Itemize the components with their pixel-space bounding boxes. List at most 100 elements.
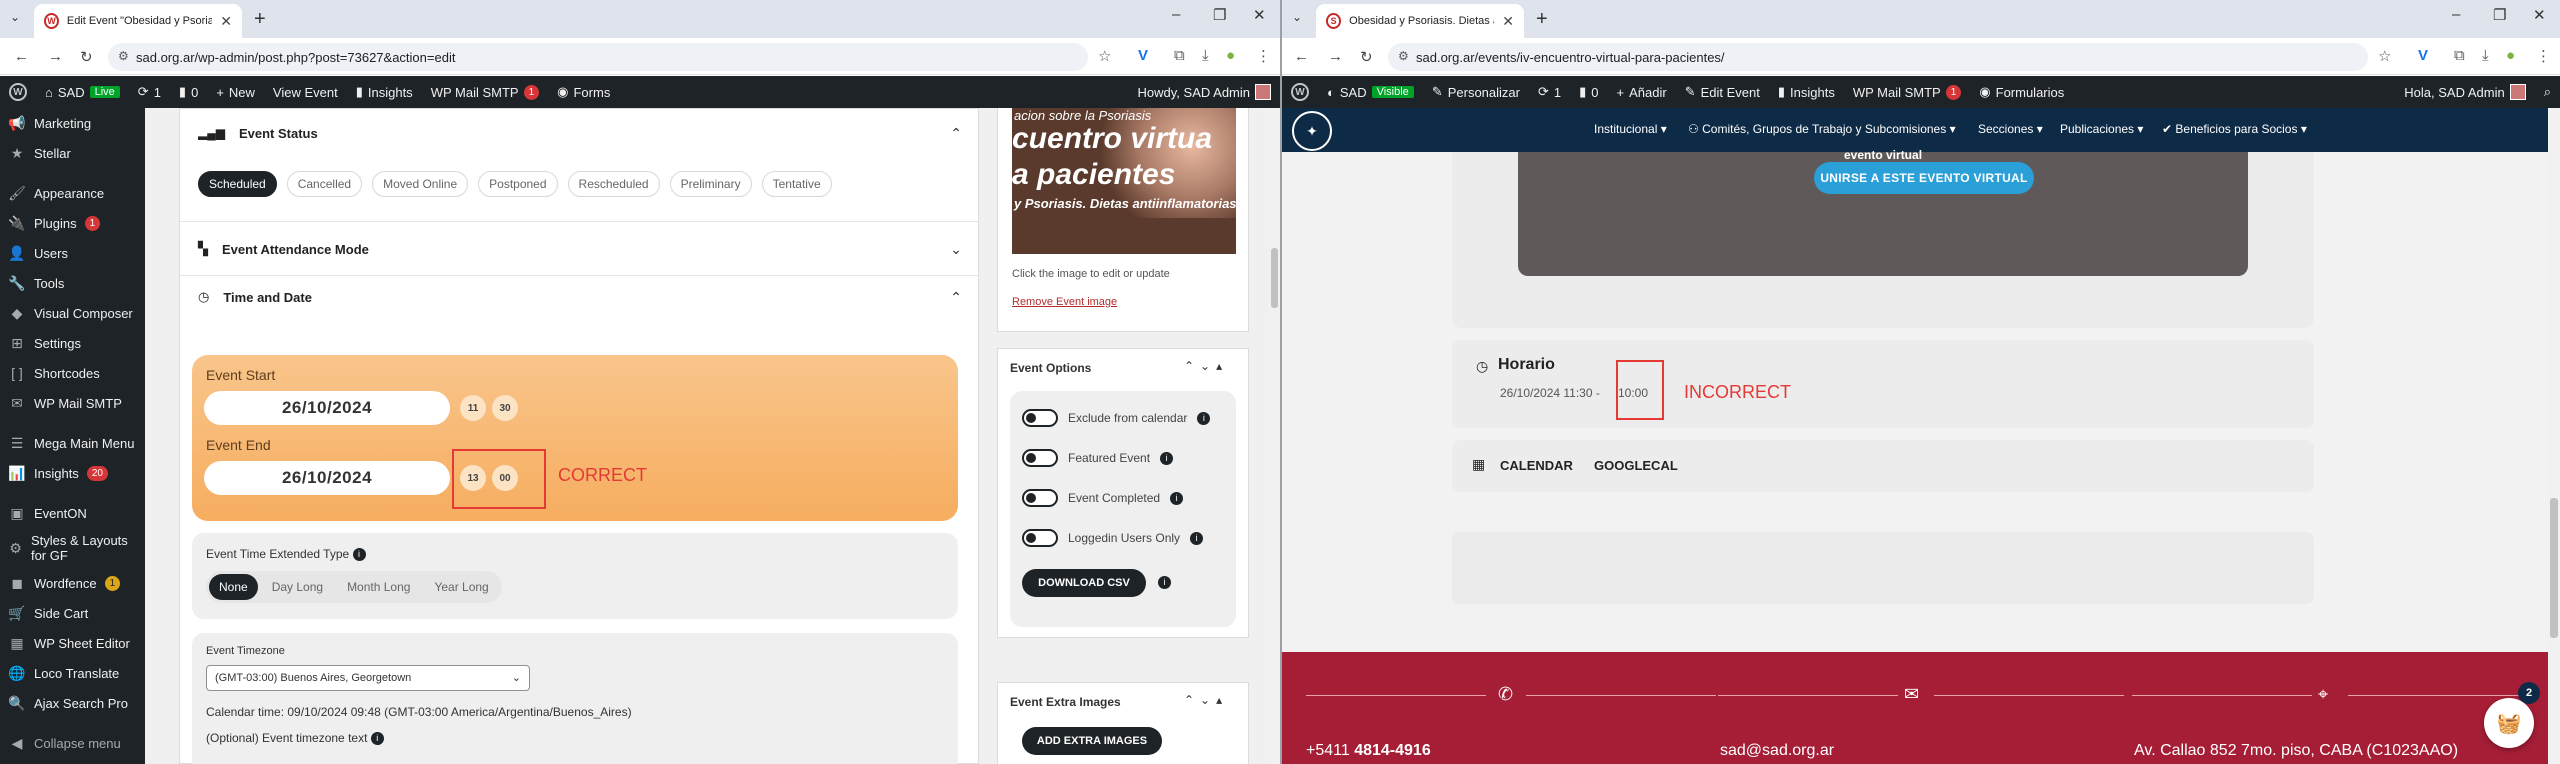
bookmark-star-icon[interactable]: ☆ <box>1098 47 1111 65</box>
attendance-mode-header[interactable]: ▚ Event Attendance Mode ⌄ <box>180 235 978 263</box>
googlecal-link[interactable]: GOOGLECAL <box>1594 458 1678 473</box>
status-option-postponed[interactable]: Postponed <box>478 171 558 197</box>
toggle-icon[interactable] <box>1022 529 1058 547</box>
chevron-down-icon[interactable]: ⌄ <box>950 241 962 258</box>
calendar-link[interactable]: CALENDAR <box>1500 458 1573 473</box>
sidebar-item-ajax-search-pro[interactable]: 🔍 Ajax Search Pro <box>0 688 145 718</box>
nav-secciones[interactable]: Secciones ▾ <box>1978 122 2043 136</box>
scrollbar[interactable] <box>1269 108 1280 764</box>
sidebar-item-visual-composer[interactable]: ◆ Visual Composer <box>0 298 145 328</box>
info-icon[interactable]: i <box>1158 576 1171 589</box>
scrollbar-thumb[interactable] <box>1271 248 1278 308</box>
join-virtual-event-button[interactable]: UNIRSE A ESTE EVENTO VIRTUAL <box>1814 162 2034 194</box>
tab-event-page[interactable]: S Obesidad y Psoriasis. Dietas an ✕ <box>1316 4 1524 38</box>
event-status-header[interactable]: ▂▄▆ Event Status ⌃ <box>180 119 978 147</box>
info-icon[interactable]: i <box>1197 411 1211 425</box>
status-option-scheduled[interactable]: Scheduled <box>198 171 277 197</box>
extended-option-year-long[interactable]: Year Long <box>424 574 498 600</box>
scrollbar-thumb[interactable] <box>2550 498 2558 638</box>
customize-item[interactable]: ✎ Personalizar <box>1423 76 1529 108</box>
featured-image[interactable]: acion sobre la Psoriasis cuentro virtua … <box>1012 108 1236 254</box>
nav-beneficios[interactable]: ✔ Beneficios para Socios ▾ <box>2162 122 2307 136</box>
close-tab-icon[interactable]: ✕ <box>220 13 232 30</box>
forms-item[interactable]: ◉ Forms <box>548 76 619 108</box>
info-icon[interactable]: i <box>1190 531 1204 545</box>
tab-search-icon[interactable]: ⌄ <box>10 10 20 24</box>
sidebar-item-wp-mail-smtp[interactable]: ✉ WP Mail SMTP <box>0 388 145 418</box>
sidebar-item-styles-layouts-for-gf[interactable]: ⚙ Styles & Layouts for GF <box>0 528 145 568</box>
bookmark-star-icon[interactable]: ☆ <box>2378 47 2391 65</box>
sidebar-item-shortcodes[interactable]: [ ] Shortcodes <box>0 358 145 388</box>
info-icon[interactable]: i <box>370 732 384 746</box>
account-item[interactable]: Howdy, SAD Admin <box>1129 76 1280 108</box>
download-icon[interactable]: ⤓ <box>1202 47 1209 64</box>
sidebar-item-side-cart[interactable]: 🛒 Side Cart <box>0 598 145 628</box>
forms-item[interactable]: ◉ Formularios <box>1970 76 2073 108</box>
updates-item[interactable]: ⟳ 1 <box>1529 76 1570 108</box>
extension-v-icon[interactable]: V <box>1138 47 1148 64</box>
sidebar-item-tools[interactable]: 🔧 Tools <box>0 268 145 298</box>
profile-icon[interactable]: ● <box>2506 47 2515 64</box>
footer-email[interactable]: sad@sad.org.ar <box>1720 742 1834 760</box>
site-info-icon[interactable]: ⚙ <box>1398 49 1409 63</box>
site-name-item[interactable]: ◐ SAD Visible <box>1318 76 1423 108</box>
forward-icon[interactable]: → <box>48 48 63 65</box>
view-event-item[interactable]: View Event <box>264 76 347 108</box>
nav-institucional[interactable]: Institucional ▾ <box>1594 122 1667 136</box>
wp-logo-item[interactable]: W <box>1282 76 1318 108</box>
download-icon[interactable]: ⤓ <box>2482 47 2489 64</box>
toggle-icon[interactable] <box>1022 409 1058 427</box>
forward-icon[interactable]: → <box>1328 48 1343 65</box>
close-window-icon[interactable]: ✕ <box>1253 6 1266 24</box>
new-tab-icon[interactable]: + <box>1536 8 1548 31</box>
sidebar-item-wp-sheet-editor[interactable]: ▦ WP Sheet Editor <box>0 628 145 658</box>
panel-controls-icon[interactable]: ⌃⌄▴ <box>1184 359 1228 373</box>
extended-option-none[interactable]: None <box>209 574 258 600</box>
nav-publicaciones[interactable]: Publicaciones ▾ <box>2060 122 2143 136</box>
sad-logo[interactable]: ✦ <box>1292 111 1332 151</box>
status-option-moved-online[interactable]: Moved Online <box>372 171 469 197</box>
smtp-item[interactable]: WP Mail SMTP 1 <box>422 76 548 108</box>
sidebar-item-mega-main-menu[interactable]: ☰ Mega Main Menu <box>0 428 145 458</box>
add-extra-images-button[interactable]: ADD EXTRA IMAGES <box>1022 727 1162 755</box>
comments-item[interactable]: ▮ 0 <box>170 76 207 108</box>
restore-icon[interactable]: ❐ <box>2493 6 2506 24</box>
chevron-up-icon[interactable]: ⌃ <box>950 289 962 306</box>
event-end-date[interactable]: 26/10/2024 <box>204 461 450 495</box>
add-item[interactable]: + Añadir <box>1608 76 1676 108</box>
insights-item[interactable]: ▮ Insights <box>347 76 422 108</box>
smtp-item[interactable]: WP Mail SMTP 1 <box>1844 76 1970 108</box>
option-completed[interactable]: Event Completed i <box>1022 489 1184 507</box>
url-field[interactable]: ⚙ sad.org.ar/wp-admin/post.php?post=7362… <box>108 43 1088 71</box>
extensions-icon[interactable]: ⧉ <box>1174 47 1185 64</box>
option-featured[interactable]: Featured Event i <box>1022 449 1174 467</box>
reload-icon[interactable]: ↻ <box>1360 48 1373 66</box>
url-field[interactable]: ⚙ sad.org.ar/events/iv-encuentro-virtual… <box>1388 43 2368 71</box>
chevron-up-icon[interactable]: ⌃ <box>950 125 962 142</box>
comments-item[interactable]: ▮ 0 <box>1570 76 1607 108</box>
browser-menu-icon[interactable]: ⋮ <box>2536 47 2551 65</box>
cart-button[interactable]: 🧺 <box>2484 698 2534 748</box>
extended-option-day-long[interactable]: Day Long <box>262 574 333 600</box>
account-item[interactable]: Hola, SAD Admin <box>2395 76 2534 108</box>
tab-search-icon[interactable]: ⌄ <box>1292 10 1302 24</box>
sidebar-item-loco-translate[interactable]: 🌐 Loco Translate <box>0 658 145 688</box>
toggle-icon[interactable] <box>1022 449 1058 467</box>
remove-image-link[interactable]: Remove Event image <box>1012 296 1117 308</box>
timezone-select[interactable]: (GMT-03:00) Buenos Aires, Georgetown ⌄ <box>206 665 530 691</box>
updates-item[interactable]: ⟳ 1 <box>129 76 170 108</box>
download-csv-button[interactable]: DOWNLOAD CSV <box>1022 569 1146 597</box>
sidebar-item-collapse-menu[interactable]: ◀ Collapse menu <box>0 728 145 758</box>
minimize-icon[interactable]: – <box>2452 6 2460 23</box>
status-option-tentative[interactable]: Tentative <box>761 171 832 197</box>
panel-controls-icon[interactable]: ⌃⌄▴ <box>1184 693 1228 707</box>
sidebar-item-stellar[interactable]: ★ Stellar <box>0 138 145 168</box>
back-icon[interactable]: ← <box>14 48 29 65</box>
footer-phone[interactable]: +5411 4814-4916 <box>1306 742 1431 760</box>
sidebar-item-wordfence[interactable]: ◼ Wordfence 1 <box>0 568 145 598</box>
sidebar-item-marketing[interactable]: 📢 Marketing <box>0 108 145 138</box>
reload-icon[interactable]: ↻ <box>80 48 93 66</box>
new-item[interactable]: + New <box>207 76 264 108</box>
back-icon[interactable]: ← <box>1294 48 1309 65</box>
tab-edit-event[interactable]: W Edit Event "Obesidad y Psoriasis ✕ <box>34 4 242 38</box>
